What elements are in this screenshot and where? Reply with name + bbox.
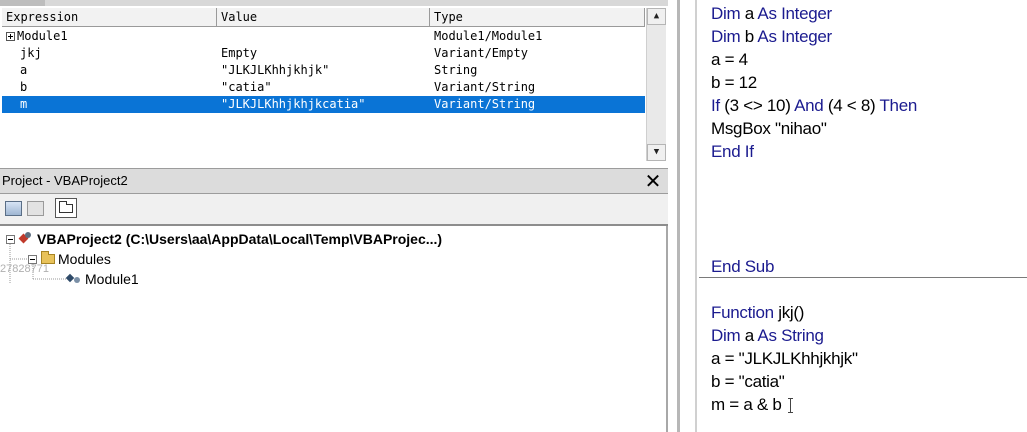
watch-row-b[interactable]: b "catia" Variant/String xyxy=(2,79,645,96)
expand-plus-icon[interactable] xyxy=(6,32,15,41)
watch-expression: b xyxy=(20,80,28,94)
project-window-title: Project - VBAProject2 xyxy=(2,173,128,188)
watch-type: String xyxy=(434,63,478,77)
watch-expression: jkj xyxy=(20,46,42,60)
code-line: End Sub xyxy=(711,257,775,276)
project-window-title-bar[interactable]: Project - VBAProject2 ✕ xyxy=(0,168,668,194)
code-keyword: Dim xyxy=(711,4,741,23)
code-line: Dim a As String xyxy=(711,326,824,346)
text-cursor-icon xyxy=(787,398,793,413)
code-text: a xyxy=(740,4,758,23)
column-header-type[interactable]: Type xyxy=(430,8,645,26)
code-keyword: Dim xyxy=(711,326,741,345)
column-header-expression[interactable]: Expression xyxy=(2,8,217,26)
code-line: Dim a As Integer xyxy=(711,4,832,24)
overlay-watermark-text: 27828771 xyxy=(0,263,49,275)
tree-item-label: VBAProject2 (C:\Users\aa\AppData\Local\T… xyxy=(37,231,443,247)
watch-type: Variant/String xyxy=(434,97,536,111)
watch-expression: a xyxy=(20,63,28,77)
code-line: b = 12 xyxy=(711,73,757,92)
code-line: m = a & b xyxy=(711,395,793,415)
watch-row-jkj[interactable]: jkj Empty Variant/Empty xyxy=(2,45,645,62)
collapse-minus-icon[interactable] xyxy=(6,235,15,244)
code-keyword: As Integer xyxy=(757,4,832,23)
close-icon[interactable]: ✕ xyxy=(642,170,664,192)
watch-expression: m xyxy=(20,97,28,111)
code-line: MsgBox "nihao" xyxy=(711,119,827,138)
tree-item-label: Modules xyxy=(58,251,111,267)
code-keyword: As String xyxy=(757,326,824,345)
code-keyword: Then xyxy=(879,96,918,115)
watch-value: Empty xyxy=(221,46,258,60)
code-keyword: Function xyxy=(711,303,774,322)
code-keyword: As Integer xyxy=(757,27,832,46)
tree-item-module1[interactable]: Module1 xyxy=(66,270,139,288)
watch-type: Module1/Module1 xyxy=(434,29,543,43)
watch-value: "catia" xyxy=(221,80,272,94)
view-object-icon[interactable] xyxy=(27,201,44,216)
code-keyword: If xyxy=(711,96,720,115)
code-line: a = "JLKJLKhhjkhjk" xyxy=(711,349,858,368)
code-keyword: And xyxy=(794,96,824,115)
tree-item-label: Module1 xyxy=(85,271,139,287)
watch-expression-cell: Module1 xyxy=(2,28,217,45)
watch-value: "JLKJLKhhjkhjk" xyxy=(221,63,330,77)
watch-window: Expression Value Type Module1 Module1/Mo… xyxy=(0,0,670,165)
pane-splitter[interactable] xyxy=(668,0,699,432)
project-tree: VBAProject2 (C:\Users\aa\AppData\Local\T… xyxy=(0,226,668,432)
watch-type: Variant/Empty xyxy=(434,46,528,60)
code-text: jkj() xyxy=(773,303,805,322)
watch-header: Expression Value Type xyxy=(2,8,645,27)
toggle-folders-icon[interactable] xyxy=(55,198,77,218)
watch-value: "JLKJLKhhjkhjkcatia" xyxy=(221,97,366,111)
code-text: a xyxy=(740,326,758,345)
watch-type: Variant/String xyxy=(434,80,536,94)
code-keyword: Dim xyxy=(711,27,741,46)
watch-row-module1[interactable]: Module1 Module1/Module1 xyxy=(2,28,645,45)
module-icon xyxy=(66,273,82,285)
scroll-down-arrow-icon[interactable]: ▼ xyxy=(647,144,666,161)
code-line: End If xyxy=(711,142,754,161)
code-line: b = "catia" xyxy=(711,372,785,391)
code-line: Dim b As Integer xyxy=(711,27,832,47)
watch-scrollbar[interactable]: ▲ ▼ xyxy=(646,8,666,161)
watch-row-a[interactable]: a "JLKJLKhhjkhjk" String xyxy=(2,62,645,79)
watch-row-m[interactable]: m "JLKJLKhhjkhjkcatia" Variant/String xyxy=(2,96,645,113)
code-line: If (3 <> 10) And (4 < 8) Then xyxy=(711,96,917,116)
code-text: (4 < 8) xyxy=(823,96,880,115)
watch-rows: Module1 Module1/Module1 jkj Empty Varian… xyxy=(2,28,645,113)
code-line: Function jkj() xyxy=(711,303,804,323)
watch-expression: Module1 xyxy=(17,29,68,43)
scroll-up-arrow-icon[interactable]: ▲ xyxy=(647,8,666,25)
vba-project-icon xyxy=(19,232,33,245)
column-header-value[interactable]: Value xyxy=(217,8,430,26)
watch-top-strip xyxy=(0,0,668,6)
watch-value xyxy=(217,28,430,45)
view-code-icon[interactable] xyxy=(5,201,22,216)
code-text: m = a & b xyxy=(711,395,782,414)
code-editor[interactable]: Dim a As Integer Dim b As Integer a = 4 … xyxy=(699,0,1027,432)
procedure-separator xyxy=(699,277,1027,278)
tree-item-vbaproject2[interactable]: VBAProject2 (C:\Users\aa\AppData\Local\T… xyxy=(6,230,442,248)
code-text: (3 <> 10) xyxy=(719,96,795,115)
project-toolbar xyxy=(0,194,668,226)
code-line: a = 4 xyxy=(711,50,748,69)
code-text: b xyxy=(740,27,758,46)
